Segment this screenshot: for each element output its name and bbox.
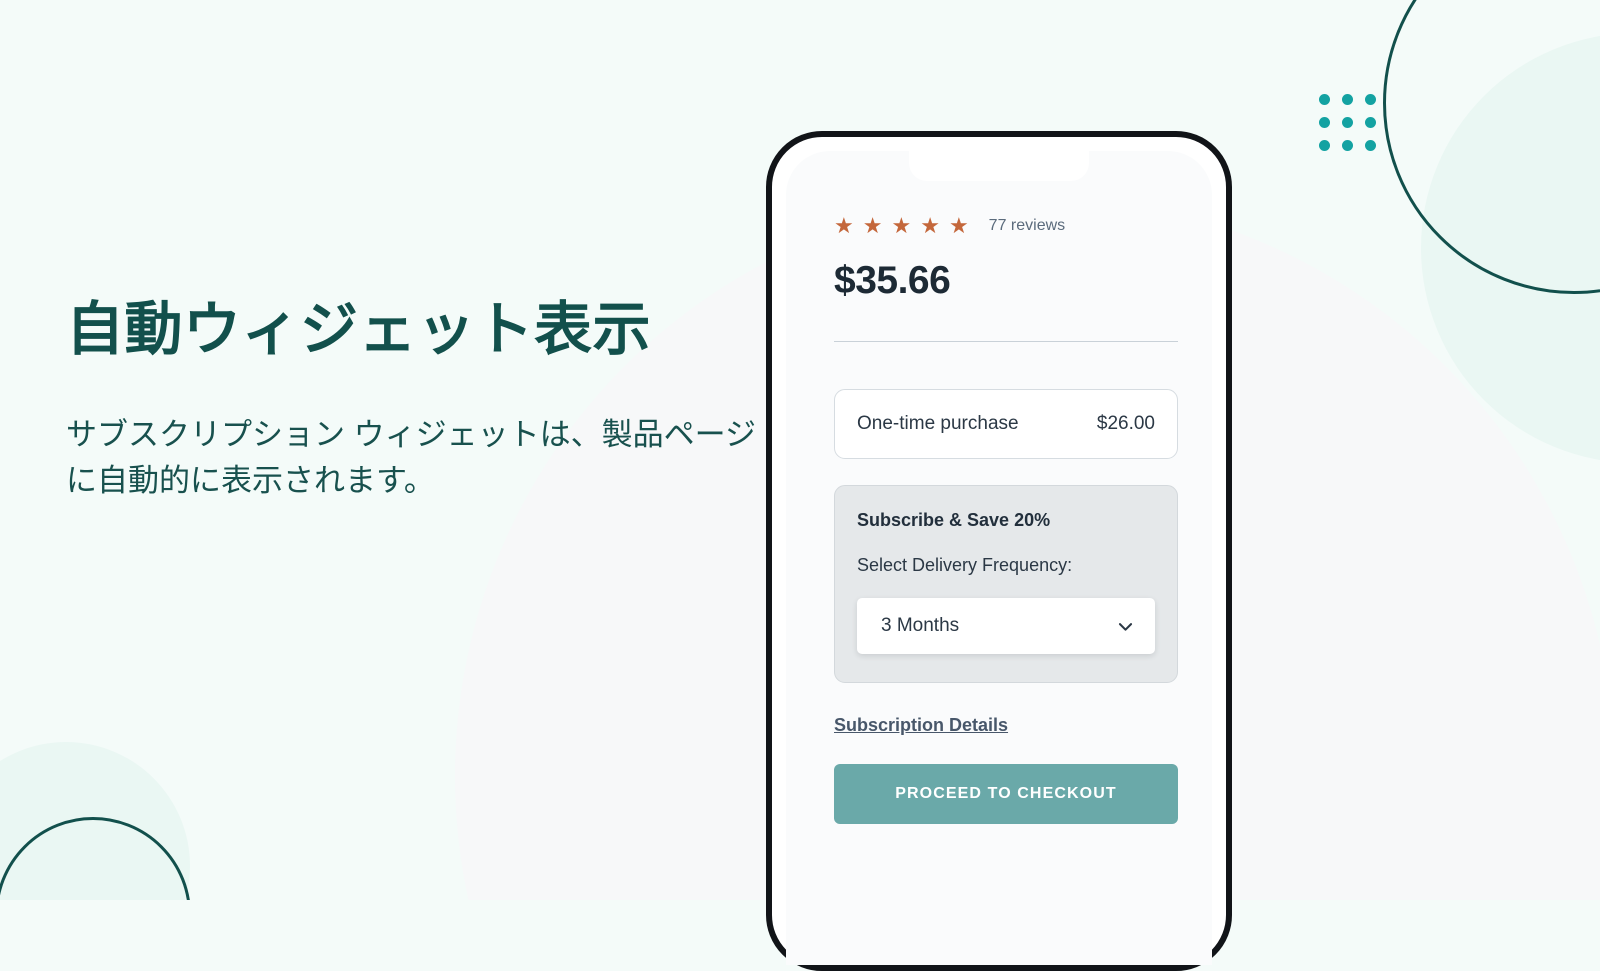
delivery-frequency-label: Select Delivery Frequency:: [857, 555, 1073, 575]
star-icon: ★: [948, 213, 969, 238]
star-icon: ★: [920, 213, 940, 238]
star-icon: ★: [834, 213, 854, 238]
grid-dot: [1319, 117, 1330, 128]
review-count[interactable]: 77 reviews: [982, 217, 1065, 235]
subscribe-title: Subscribe & Save 20%: [857, 510, 1051, 530]
product-widget: ★ ★ ★ ★ ★ 77 reviews $35.66 One-time pur…: [834, 213, 1178, 824]
page-title: 自動ウィジェット表示: [66, 297, 652, 362]
dot-grid-icon: [1319, 94, 1376, 151]
star-icon: ★: [862, 213, 883, 238]
product-price: $35.66: [834, 259, 951, 302]
grid-dot: [1365, 140, 1376, 151]
grid-dot: [1319, 140, 1330, 151]
one-time-purchase-option[interactable]: One-time purchase $26.00: [834, 389, 1178, 459]
grid-dot: [1342, 94, 1353, 105]
star-icon: ★: [891, 213, 912, 238]
delivery-frequency-value: 3 Months: [881, 615, 960, 636]
subscribe-and-save-option[interactable]: Subscribe & Save 20% Select Delivery Fre…: [834, 485, 1178, 683]
grid-dot: [1342, 140, 1353, 151]
one-time-purchase-label: One-time purchase: [857, 413, 1019, 434]
delivery-frequency-select[interactable]: 3 Months: [857, 598, 1155, 654]
grid-dot: [1319, 94, 1330, 105]
grid-dot: [1342, 117, 1353, 128]
page-description: サブスクリプション ウィジェットは、製品ページに自動的に表示されます。: [66, 417, 756, 499]
top-right-outline-circle: [1383, 0, 1600, 294]
proceed-to-checkout-button[interactable]: PROCEED TO CHECKOUT: [834, 764, 1178, 824]
one-time-purchase-price: $26.00: [1096, 413, 1155, 434]
phone-mockup: ★ ★ ★ ★ ★ 77 reviews $35.66 One-time pur…: [766, 131, 1232, 971]
phone-notch: [909, 151, 1089, 181]
rating-row: ★ ★ ★ ★ ★ 77 reviews: [834, 213, 1178, 239]
chevron-down-icon: [1116, 617, 1135, 636]
grid-dot: [1365, 117, 1376, 128]
subscription-details-link[interactable]: Subscription Details: [834, 715, 1008, 736]
grid-dot: [1365, 94, 1376, 105]
star-rating: ★ ★ ★ ★ ★: [834, 215, 969, 237]
marketing-copy: 自動ウィジェット表示 サブスクリプション ウィジェットは、製品ページに自動的に表…: [66, 296, 766, 504]
phone-screen: ★ ★ ★ ★ ★ 77 reviews $35.66 One-time pur…: [786, 151, 1212, 965]
section-divider: [834, 341, 1178, 342]
